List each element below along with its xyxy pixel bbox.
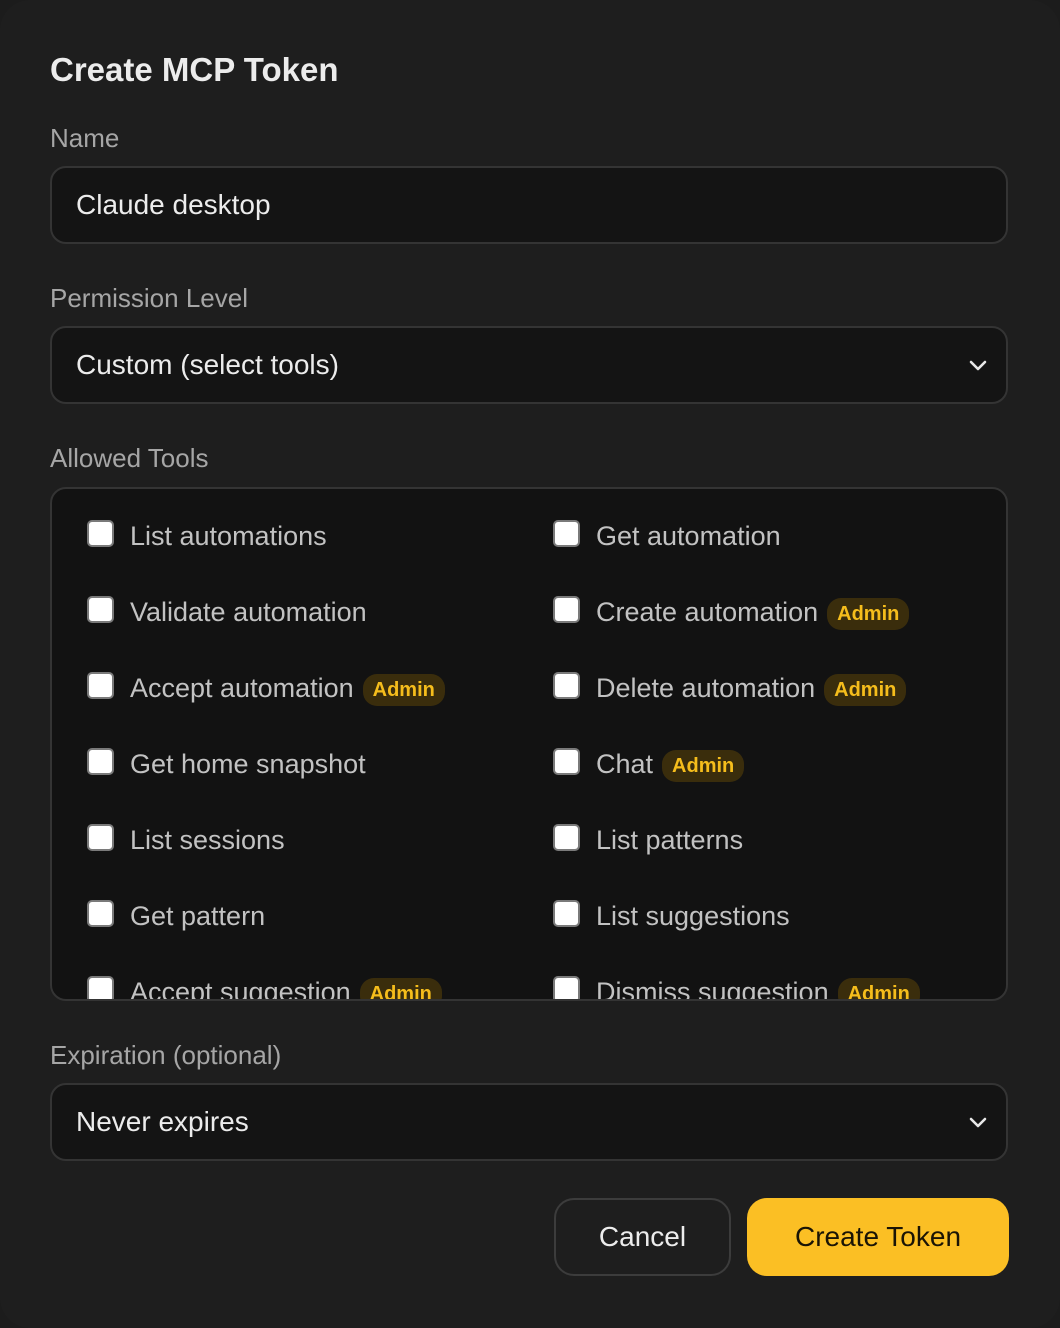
tool-option[interactable]: Dismiss suggestion Admin [553, 973, 973, 1001]
tool-option[interactable]: List automations [87, 517, 553, 555]
dialog-title: Create MCP Token [50, 51, 339, 88]
permission-level-select[interactable]: Custom (select tools) [50, 326, 1008, 404]
create-token-button[interactable]: Create Token [747, 1198, 1009, 1276]
tool-checkbox[interactable] [553, 899, 580, 927]
tools-grid: List automations Get automation Validate a… [87, 517, 1006, 1001]
tool-checkbox[interactable] [87, 595, 114, 623]
chevron-down-icon [969, 1117, 987, 1128]
name-input[interactable]: Claude desktop [50, 166, 1008, 244]
tool-label: Get automation [596, 521, 781, 551]
tool-label: List automations [130, 521, 327, 551]
tool-option[interactable]: Accept automation Admin [87, 669, 553, 707]
tool-option[interactable]: Get home snapshot [87, 745, 553, 783]
admin-badge: Admin [662, 750, 745, 782]
tool-checkbox[interactable] [553, 823, 580, 851]
tool-label: List patterns [596, 825, 744, 855]
tool-checkbox[interactable] [87, 519, 114, 547]
tool-option[interactable]: List patterns [553, 821, 973, 859]
tool-checkbox[interactable] [87, 823, 114, 851]
permission-level-value: Custom (select tools) [76, 349, 339, 380]
tool-checkbox[interactable] [553, 975, 580, 999]
tool-label: Chat [596, 749, 654, 779]
admin-badge: Admin [824, 674, 907, 706]
admin-badge: Admin [359, 978, 442, 999]
tool-option[interactable]: Accept suggestion Admin [87, 973, 553, 1001]
create-token-dialog: Create MCP Token Name Claude desktop Per… [0, 0, 1060, 1328]
tool-checkbox[interactable] [87, 671, 114, 699]
allowed-tools-label: Allowed Tools [50, 443, 209, 473]
tool-option[interactable]: Delete automation Admin [553, 669, 973, 707]
tool-label: Dismiss suggestion [596, 977, 829, 1001]
admin-badge: Admin [362, 674, 445, 706]
tool-option[interactable]: Chat Admin [553, 745, 973, 783]
tool-checkbox[interactable] [87, 899, 114, 927]
permission-level-label: Permission Level [50, 283, 248, 313]
admin-badge: Admin [827, 598, 910, 630]
expiration-select[interactable]: Never expires [50, 1083, 1008, 1161]
tool-label: Create automation [596, 597, 819, 627]
tool-option[interactable]: Validate automation [87, 593, 553, 631]
name-input-value: Claude desktop [76, 189, 271, 220]
name-label: Name [50, 123, 120, 153]
cancel-button[interactable]: Cancel [554, 1198, 731, 1276]
tool-checkbox[interactable] [553, 595, 580, 623]
expiration-value: Never expires [76, 1106, 249, 1137]
chevron-down-icon [969, 360, 987, 371]
tool-checkbox[interactable] [553, 671, 580, 699]
tool-option[interactable]: Get pattern [87, 897, 553, 935]
tool-label: Accept automation [130, 673, 354, 703]
tool-label: Delete automation [596, 673, 816, 703]
tool-checkbox[interactable] [87, 747, 114, 775]
tool-label: Get home snapshot [130, 749, 366, 779]
tool-label: Validate automation [130, 597, 367, 627]
tool-checkbox[interactable] [553, 747, 580, 775]
tool-option[interactable]: Create automation Admin [553, 593, 973, 631]
tool-checkbox[interactable] [87, 975, 114, 999]
expiration-label: Expiration (optional) [50, 1040, 282, 1070]
tool-option[interactable]: List sessions [87, 821, 553, 859]
tool-label: List sessions [130, 825, 285, 855]
tool-label: Get pattern [130, 901, 266, 931]
admin-badge: Admin [837, 978, 920, 999]
tool-label: Accept suggestion [130, 977, 351, 1001]
tool-label: List suggestions [596, 901, 790, 931]
tool-option[interactable]: List suggestions [553, 897, 973, 935]
tool-option[interactable]: Get automation [553, 517, 973, 555]
tool-checkbox[interactable] [553, 519, 580, 547]
allowed-tools-list[interactable]: List automations Get automation Validate a… [50, 487, 1008, 1001]
